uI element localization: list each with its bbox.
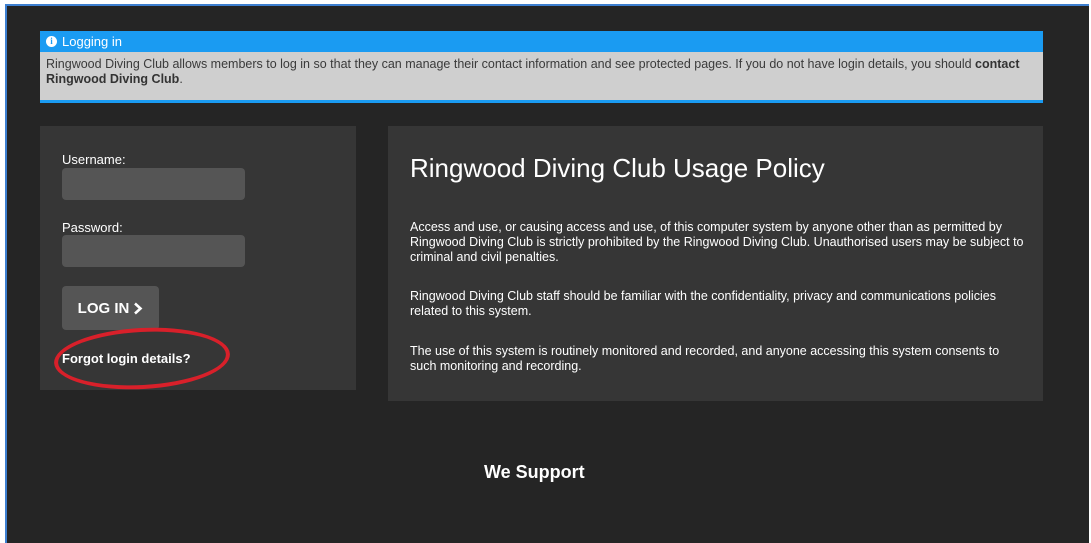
password-label: Password:	[62, 220, 123, 235]
notice-title: Logging in	[62, 34, 122, 49]
policy-title: Ringwood Diving Club Usage Policy	[410, 153, 825, 183]
policy-paragraph: The use of this system is routinely moni…	[410, 344, 1000, 373]
highlight-circle	[52, 323, 232, 394]
notice-body-end: .	[179, 72, 183, 86]
login-panel: Username: Password: LOG IN Forgot login …	[40, 126, 356, 394]
login-button-label: LOG IN	[77, 299, 130, 317]
notice-header: i Logging in	[40, 31, 1043, 52]
info-icon: i	[46, 36, 57, 47]
login-button[interactable]: LOG IN	[62, 286, 159, 330]
policy-paragraph: Ringwood Diving Club staff should be fam…	[410, 289, 996, 318]
we-support-heading: We Support	[484, 462, 585, 482]
chevron-right-icon	[134, 302, 143, 314]
policy-paragraph: Access and use, or causing access and us…	[410, 220, 1024, 264]
username-input[interactable]	[62, 168, 245, 200]
password-input[interactable]	[62, 235, 245, 267]
notice-body: Ringwood Diving Club allows members to l…	[40, 52, 1043, 103]
username-label: Username:	[62, 152, 126, 167]
login-notice: i Logging in Ringwood Diving Club allows…	[40, 31, 1043, 103]
usage-policy-panel: Ringwood Diving Club Usage Policy Access…	[388, 126, 1043, 401]
notice-body-text: Ringwood Diving Club allows members to l…	[46, 57, 976, 71]
